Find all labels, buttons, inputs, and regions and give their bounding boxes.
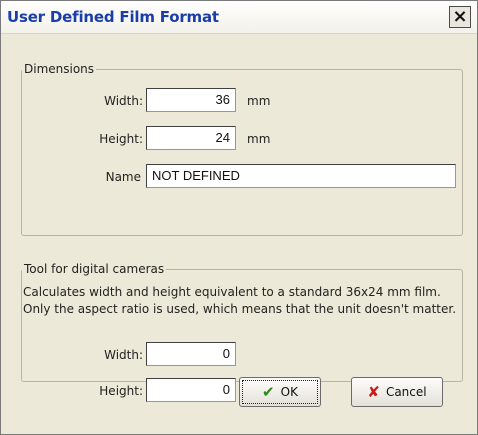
width-label: Width: (104, 94, 143, 108)
name-label: Name (105, 170, 141, 184)
width-field[interactable]: 36 (146, 88, 236, 112)
dialog-body: Dimensions Width: 36 mm Height: 24 mm Na… (1, 34, 477, 434)
tool-legend: Tool for digital cameras (24, 262, 165, 276)
ok-button[interactable]: ✔ OK (239, 377, 321, 407)
dialog-title: User Defined Film Format (7, 8, 219, 26)
tool-description: Calculates width and height equivalent t… (23, 285, 457, 316)
cancel-button[interactable]: ✘ Cancel (351, 377, 443, 407)
dimensions-group: Dimensions (21, 62, 463, 236)
close-button[interactable]: × (449, 6, 471, 28)
close-icon: × (452, 6, 468, 27)
height-label: Height: (99, 132, 143, 146)
cancel-label: Cancel (385, 385, 427, 399)
width-unit: mm (247, 94, 271, 108)
title-bar[interactable]: User Defined Film Format × (1, 1, 477, 34)
height-field[interactable]: 24 (146, 126, 236, 150)
digital-camera-tool-group: Tool for digital cameras (21, 262, 463, 382)
film-format-dialog: User Defined Film Format × Dimensions Wi… (0, 0, 478, 435)
dimensions-legend: Dimensions (24, 62, 95, 76)
tool-width-label: Width: (104, 348, 143, 362)
cross-icon: ✘ (367, 383, 380, 401)
tool-width-field[interactable]: 0 (146, 342, 236, 366)
ok-label: OK (280, 385, 298, 399)
check-icon: ✔ (262, 383, 275, 401)
name-field[interactable]: NOT DEFINED (146, 164, 456, 188)
height-unit: mm (247, 132, 271, 146)
tool-height-field[interactable]: 0 (146, 378, 236, 402)
tool-height-label: Height: (99, 384, 143, 398)
